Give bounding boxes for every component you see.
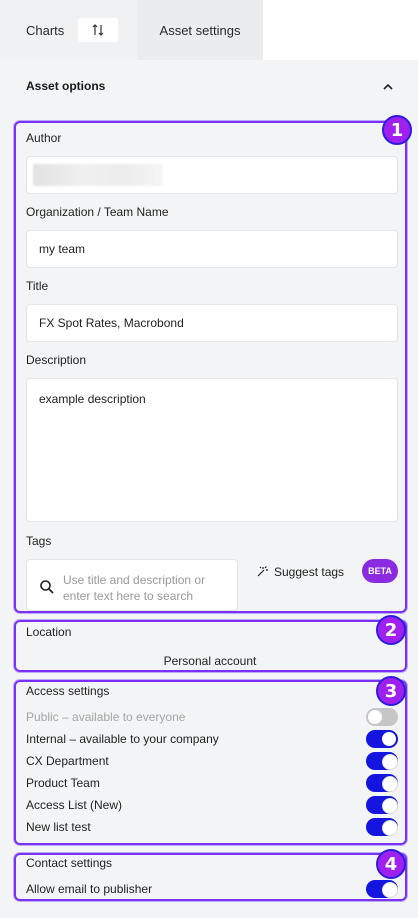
access-list-new-toggle[interactable] <box>366 796 398 814</box>
author-label: Author <box>26 131 62 145</box>
beta-badge: BETA <box>362 559 398 583</box>
tab-bar: Charts Asset settings <box>0 0 418 60</box>
access-new-list-test-toggle[interactable] <box>366 818 398 836</box>
chevron-up-icon[interactable] <box>381 80 395 94</box>
access-product-team-toggle[interactable] <box>366 774 398 792</box>
highlight-badge-3: 3 <box>376 676 406 706</box>
magic-wand-icon <box>257 566 268 577</box>
allow-email-label: Allow email to publisher <box>26 882 153 896</box>
access-cx-department-label: CX Department <box>26 754 109 768</box>
tab-asset-settings[interactable]: Asset settings <box>137 0 263 60</box>
suggest-tags-label: Suggest tags <box>274 565 345 579</box>
highlight-frame-1 <box>14 121 407 613</box>
asset-options-header: Asset options <box>26 79 106 93</box>
highlight-badge-1: 1 <box>382 115 412 145</box>
author-field[interactable] <box>26 156 398 194</box>
access-product-team-label: Product Team <box>26 776 100 790</box>
access-cx-department-toggle[interactable] <box>366 752 398 770</box>
access-internal-toggle[interactable] <box>366 730 398 748</box>
description-label: Description <box>26 353 87 367</box>
suggest-tags-button[interactable]: Suggest tags <box>256 565 344 579</box>
tab-asset-settings-label: Asset settings <box>159 22 241 38</box>
title-field[interactable]: FX Spot Rates, Macrobond <box>26 304 398 342</box>
description-field[interactable]: example description <box>26 378 398 522</box>
tab-charts[interactable]: Charts <box>0 0 137 60</box>
highlight-badge-4: 4 <box>376 849 406 879</box>
tags-placeholder: Use title and description or enter text … <box>63 573 206 603</box>
access-internal-label: Internal – available to your company <box>26 732 219 746</box>
access-settings-label: Access settings <box>26 684 110 698</box>
organization-field[interactable]: my team <box>26 230 398 268</box>
highlight-badge-2: 2 <box>376 615 406 645</box>
tags-label: Tags <box>26 534 52 548</box>
sort-button[interactable] <box>78 18 119 42</box>
location-value[interactable]: Personal account <box>14 654 406 668</box>
author-value-redacted <box>33 164 163 186</box>
sort-icon <box>92 24 104 36</box>
location-label: Location <box>26 625 72 639</box>
organization-label: Organization / Team Name <box>26 205 169 219</box>
tags-search-input[interactable]: Use title and description or enter text … <box>26 559 238 611</box>
access-public-label: Public – available to everyone <box>26 710 186 724</box>
title-label: Title <box>26 279 49 293</box>
tab-charts-label: Charts <box>26 22 65 38</box>
access-list-new-label: Access List (New) <box>26 798 123 812</box>
access-new-list-test-label: New list test <box>26 820 91 834</box>
search-icon <box>40 580 54 594</box>
allow-email-toggle[interactable] <box>366 880 398 898</box>
contact-settings-label: Contact settings <box>26 856 113 870</box>
access-public-toggle[interactable] <box>366 708 398 726</box>
